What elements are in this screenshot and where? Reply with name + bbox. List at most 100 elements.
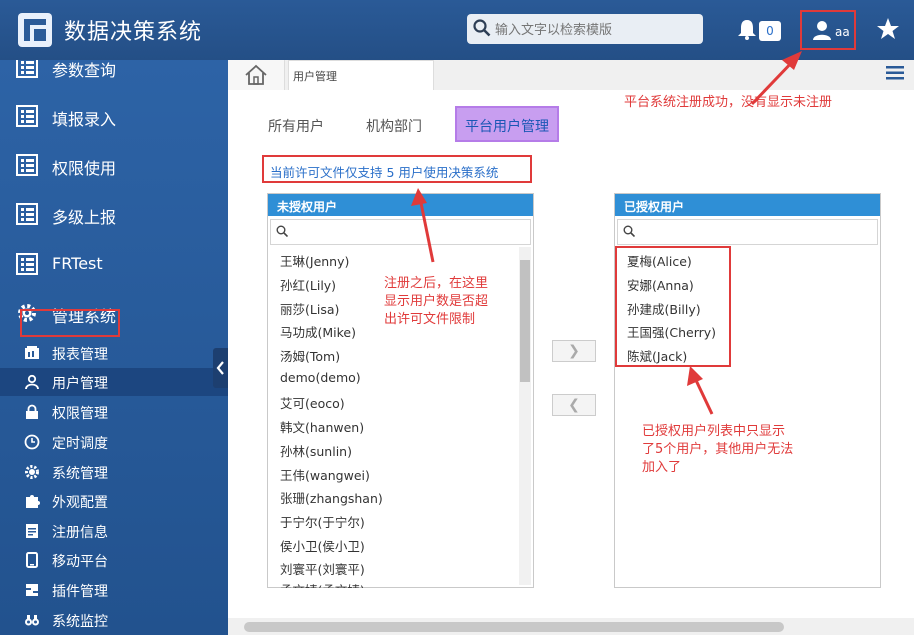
gear-icon	[25, 465, 39, 479]
sidebar-subitem-label: 移动平台	[52, 554, 108, 570]
annotation-middle-3: 出许可文件限制	[384, 312, 476, 327]
list-icon	[16, 60, 38, 78]
star-icon[interactable]	[876, 17, 900, 41]
username: aa	[835, 25, 850, 39]
list-item[interactable]: 孟文婧(孟文婧)	[280, 580, 365, 588]
sidebar-subitem-registration[interactable]: 注册信息	[0, 517, 228, 545]
sidebar-item-permission-use[interactable]: 权限使用	[0, 146, 228, 186]
sidebar-item-frtest[interactable]: FRTest	[0, 245, 228, 285]
annotation-middle-2: 显示用户数是否超	[384, 294, 489, 309]
sidebar-subitem-system-mgmt[interactable]: 系统管理	[0, 458, 228, 486]
list-item[interactable]: 于宁尔(于宁尔)	[280, 512, 365, 531]
top-header: 数据决策系统 0 aa	[0, 0, 914, 60]
list-item[interactable]: 孙红(Lily)	[280, 275, 336, 294]
highlight-box-user-mgmt	[20, 309, 120, 337]
user-icon	[25, 374, 39, 390]
unauthorized-search-field[interactable]	[270, 219, 531, 245]
sidebar-item-multi-report[interactable]: 多级上报	[0, 195, 228, 235]
sidebar-subitem-appearance[interactable]: 外观配置	[0, 487, 228, 515]
list-item[interactable]: demo(demo)	[280, 370, 361, 385]
list-item[interactable]: 丽莎(Lisa)	[280, 299, 339, 318]
mobile-icon	[26, 552, 38, 568]
sidebar-item-label: 参数查询	[52, 61, 117, 80]
list-item[interactable]: 张珊(zhangshan)	[280, 488, 383, 507]
sidebar-subitem-mobile[interactable]: 移动平台	[0, 546, 228, 574]
sidebar-subitem-label: 定时调度	[52, 436, 108, 452]
user-icon	[813, 21, 831, 40]
sidebar-item-label: 填报录入	[52, 110, 117, 129]
sidebar-subitem-monitor[interactable]: 系统监控	[0, 606, 228, 634]
annotation-bottom-2: 了5个用户，其他用户无法	[642, 442, 794, 457]
clock-icon	[24, 434, 40, 450]
list-item[interactable]: 艾可(eoco)	[280, 393, 345, 412]
list-icon	[16, 253, 38, 275]
sidebar-subitem-schedule[interactable]: 定时调度	[0, 428, 228, 456]
license-notice-box: 当前许可文件仅支持 5 用户使用决策系统	[262, 155, 532, 183]
sidebar-subitem-report-mgmt[interactable]: 报表管理	[0, 339, 228, 367]
plugin-icon	[26, 584, 38, 596]
add-user-button[interactable]: ❯	[552, 340, 596, 362]
sidebar-item-label: FRTest	[52, 254, 103, 273]
panel-title: 未授权用户	[277, 200, 338, 214]
sidebar-subitem-label: 报表管理	[52, 347, 108, 363]
search-box[interactable]	[467, 14, 703, 46]
menu-icon[interactable]	[886, 66, 904, 80]
notification-badge[interactable]: 0	[759, 21, 781, 41]
sidebar-subitem-label: 权限管理	[52, 406, 108, 422]
tab-label: 用户管理	[293, 70, 337, 83]
tab-strip: 用户管理	[228, 60, 914, 91]
authorized-search-field[interactable]	[617, 219, 878, 245]
sidebar: 参数查询 填报录入 权限使用 多级上报 FRTest 管理系统 报表管理 用户管…	[0, 60, 228, 635]
remove-user-button[interactable]: ❮	[552, 394, 596, 416]
binoculars-icon	[25, 615, 39, 626]
search-input[interactable]	[493, 14, 701, 46]
list-item[interactable]: 王琳(Jenny)	[280, 251, 349, 270]
app-logo-icon	[18, 13, 52, 47]
search-icon[interactable]	[473, 19, 491, 37]
user-menu-button[interactable]: aa	[800, 10, 856, 50]
scrollbar-thumb[interactable]	[520, 260, 530, 382]
list-icon	[16, 203, 38, 225]
subtab-label: 平台用户管理	[465, 119, 549, 135]
annotation-top: 平台系统注册成功，没有显示未注册	[624, 95, 833, 110]
bell-icon[interactable]	[736, 18, 758, 40]
sidebar-item-fill-entry[interactable]: 填报录入	[0, 97, 228, 137]
sidebar-item-label: 多级上报	[52, 208, 117, 227]
list-item[interactable]: 侯小卫(侯小卫)	[280, 536, 365, 555]
search-icon	[276, 225, 288, 237]
list-icon	[16, 105, 38, 127]
report-icon	[25, 346, 39, 359]
sidebar-item-param-query[interactable]: 参数查询	[0, 60, 228, 88]
app-title: 数据决策系统	[64, 20, 203, 45]
puzzle-icon	[26, 495, 40, 508]
sidebar-subitem-user-mgmt[interactable]: 用户管理	[0, 368, 228, 396]
list-item[interactable]: 汤姆(Tom)	[280, 346, 340, 365]
subtab-organization[interactable]: 机构部门	[366, 116, 422, 136]
panel-title: 已授权用户	[624, 200, 685, 214]
list-item[interactable]: 韩文(hanwen)	[280, 417, 364, 436]
sidebar-item-label: 权限使用	[52, 159, 117, 178]
tab-user-management[interactable]: 用户管理	[288, 60, 434, 90]
annotation-middle-1: 注册之后，在这里	[384, 276, 489, 291]
sidebar-subitem-label: 用户管理	[52, 376, 108, 392]
sidebar-subitem-label: 外观配置	[52, 495, 108, 511]
list-item[interactable]: 孙林(sunlin)	[280, 441, 352, 460]
list-item[interactable]: 刘寰平(刘寰平)	[280, 559, 365, 578]
list-item[interactable]: 马功成(Mike)	[280, 322, 356, 341]
unauthorized-users-panel: 未授权用户 王琳(Jenny) 孙红(Lily) 丽莎(Lisa) 马功成(Mi…	[267, 193, 534, 588]
list-item[interactable]: 王伟(wangwei)	[280, 465, 370, 484]
search-icon	[623, 225, 635, 237]
sidebar-subitem-plugins[interactable]: 插件管理	[0, 576, 228, 604]
home-tab[interactable]	[228, 60, 285, 90]
sidebar-subitem-permission-mgmt[interactable]: 权限管理	[0, 398, 228, 426]
lock-icon	[26, 404, 38, 419]
subtab-all-users[interactable]: 所有用户	[268, 116, 324, 136]
panel-header: 已授权用户	[615, 194, 880, 216]
subtab-platform-users[interactable]: 平台用户管理	[455, 106, 559, 142]
sidebar-subitem-label: 插件管理	[52, 584, 108, 600]
sidebar-collapse-button[interactable]	[213, 348, 228, 388]
home-icon[interactable]	[228, 60, 284, 90]
horizontal-scrollbar-thumb[interactable]	[244, 622, 784, 632]
sidebar-subitem-label: 注册信息	[52, 525, 108, 541]
list-icon	[16, 154, 38, 176]
